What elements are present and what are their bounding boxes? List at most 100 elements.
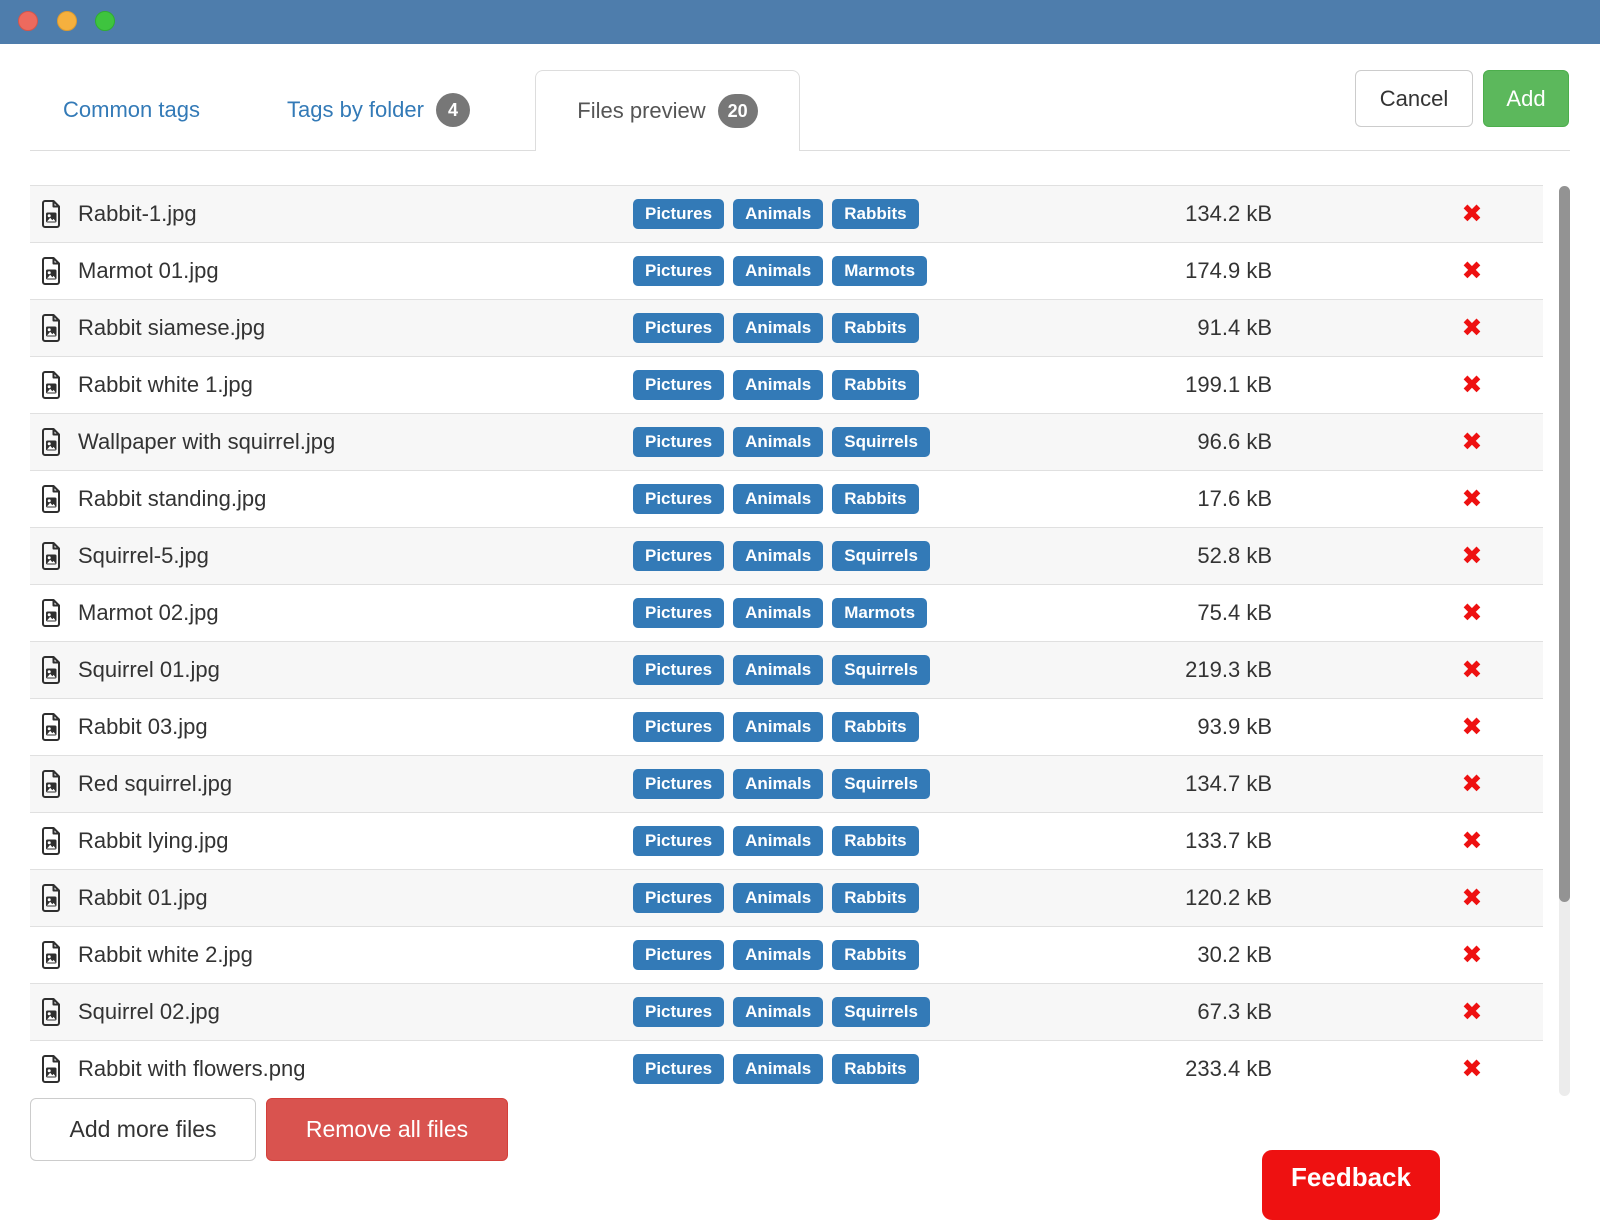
tag-pill[interactable]: Pictures	[633, 940, 724, 970]
tag-pill[interactable]: Pictures	[633, 826, 724, 856]
tag-pill[interactable]: Squirrels	[832, 655, 930, 685]
tag-pill[interactable]: Rabbits	[832, 484, 918, 514]
file-size: 17.6 kB	[1070, 486, 1272, 512]
file-name: Rabbit-1.jpg	[78, 201, 197, 227]
file-image-icon	[40, 257, 62, 285]
scrollbar-thumb[interactable]	[1559, 186, 1570, 902]
tag-pill[interactable]: Animals	[733, 541, 823, 571]
tab-files-preview[interactable]: Files preview 20	[535, 70, 800, 151]
tag-pill[interactable]: Squirrels	[832, 427, 930, 457]
add-button[interactable]: Add	[1483, 70, 1569, 127]
tag-pill[interactable]: Rabbits	[832, 199, 918, 229]
tag-pill[interactable]: Rabbits	[832, 370, 918, 400]
remove-all-files-button[interactable]: Remove all files	[266, 1098, 508, 1161]
tag-pill[interactable]: Pictures	[633, 769, 724, 799]
tag-pill[interactable]: Animals	[733, 598, 823, 628]
tag-pill[interactable]: Animals	[733, 883, 823, 913]
tag-pill[interactable]: Pictures	[633, 997, 724, 1027]
tag-pill[interactable]: Animals	[733, 256, 823, 286]
tag-pill[interactable]: Animals	[733, 655, 823, 685]
tag-pill[interactable]: Pictures	[633, 655, 724, 685]
scrollbar-track[interactable]	[1559, 186, 1570, 1096]
tag-pill[interactable]: Rabbits	[832, 1054, 918, 1084]
table-row: Red squirrel.jpg PicturesAnimalsSquirrel…	[30, 756, 1543, 813]
tag-pill[interactable]: Pictures	[633, 883, 724, 913]
tab-common-tags[interactable]: Common tags	[63, 70, 200, 150]
remove-file-icon[interactable]: ✖	[1443, 655, 1501, 685]
tag-pill[interactable]: Marmots	[832, 256, 927, 286]
file-image-icon	[40, 656, 62, 684]
file-size: 120.2 kB	[1070, 885, 1272, 911]
remove-file-icon[interactable]: ✖	[1443, 427, 1501, 457]
tag-pill[interactable]: Animals	[733, 769, 823, 799]
cancel-button[interactable]: Cancel	[1355, 70, 1473, 127]
remove-file-icon[interactable]: ✖	[1443, 940, 1501, 970]
file-size: 199.1 kB	[1070, 372, 1272, 398]
minimize-window-icon[interactable]	[57, 11, 77, 31]
tag-list: Pictures Animals Squirrels	[633, 769, 930, 799]
tag-pill[interactable]: Squirrels	[832, 541, 930, 571]
tag-pill[interactable]: Animals	[733, 427, 823, 457]
file-name: Marmot 01.jpg	[78, 258, 219, 284]
remove-file-icon[interactable]: ✖	[1443, 484, 1501, 514]
tag-pill[interactable]: Pictures	[633, 199, 724, 229]
remove-file-icon[interactable]: ✖	[1443, 712, 1501, 742]
tag-pill[interactable]: Animals	[733, 940, 823, 970]
tag-list: Pictures Animals Squirrels	[633, 427, 930, 457]
tag-pill[interactable]: Animals	[733, 313, 823, 343]
file-image-icon	[40, 314, 62, 342]
tag-pill[interactable]: Pictures	[633, 541, 724, 571]
tag-pill[interactable]: Animals	[733, 199, 823, 229]
remove-file-icon[interactable]: ✖	[1443, 1054, 1501, 1084]
tag-pill[interactable]: Rabbits	[832, 313, 918, 343]
remove-file-icon[interactable]: ✖	[1443, 769, 1501, 799]
file-size: 219.3 kB	[1070, 657, 1272, 683]
tag-pill[interactable]: Pictures	[633, 370, 724, 400]
tag-list: Pictures Animals Rabbits	[633, 199, 919, 229]
remove-file-icon[interactable]: ✖	[1443, 541, 1501, 571]
remove-file-icon[interactable]: ✖	[1443, 598, 1501, 628]
file-size: 96.6 kB	[1070, 429, 1272, 455]
tag-pill[interactable]: Pictures	[633, 712, 724, 742]
tag-pill[interactable]: Animals	[733, 712, 823, 742]
tag-pill[interactable]: Pictures	[633, 313, 724, 343]
tag-pill[interactable]: Animals	[733, 484, 823, 514]
tag-pill[interactable]: Animals	[733, 1054, 823, 1084]
close-window-icon[interactable]	[18, 11, 38, 31]
file-name: Rabbit 01.jpg	[78, 885, 208, 911]
remove-file-icon[interactable]: ✖	[1443, 826, 1501, 856]
tag-pill[interactable]: Animals	[733, 826, 823, 856]
file-image-icon	[40, 485, 62, 513]
tag-pill[interactable]: Animals	[733, 997, 823, 1027]
remove-file-icon[interactable]: ✖	[1443, 313, 1501, 343]
tag-pill[interactable]: Rabbits	[832, 883, 918, 913]
zoom-window-icon[interactable]	[95, 11, 115, 31]
remove-file-icon[interactable]: ✖	[1443, 199, 1501, 229]
add-more-files-button[interactable]: Add more files	[30, 1098, 256, 1161]
tag-pill[interactable]: Pictures	[633, 1054, 724, 1084]
tag-pill[interactable]: Rabbits	[832, 940, 918, 970]
remove-file-icon[interactable]: ✖	[1443, 370, 1501, 400]
tag-pill[interactable]: Pictures	[633, 484, 724, 514]
tag-pill[interactable]: Rabbits	[832, 712, 918, 742]
file-size: 133.7 kB	[1070, 828, 1272, 854]
tag-pill[interactable]: Squirrels	[832, 997, 930, 1027]
file-image-icon	[40, 941, 62, 969]
tag-list: Pictures Animals Squirrels	[633, 997, 930, 1027]
table-row: Rabbit 01.jpg Pictures Animals Rabbits 120…	[30, 870, 1543, 927]
tag-pill[interactable]: Pictures	[633, 598, 724, 628]
tag-list: Pictures Animals Squirrels	[633, 541, 930, 571]
tag-pill[interactable]: Marmots	[832, 598, 927, 628]
tab-tags-by-folder[interactable]: Tags by folder 4	[287, 70, 470, 150]
remove-file-icon[interactable]: ✖	[1443, 256, 1501, 286]
tag-pill[interactable]: Pictures	[633, 427, 724, 457]
remove-file-icon[interactable]: ✖	[1443, 883, 1501, 913]
file-image-icon	[40, 884, 62, 912]
tag-pill[interactable]: Rabbits	[832, 826, 918, 856]
tag-pill[interactable]: Animals	[733, 370, 823, 400]
remove-file-icon[interactable]: ✖	[1443, 997, 1501, 1027]
tag-pill[interactable]: Squirrels	[832, 769, 930, 799]
tab-tags-by-folder-label: Tags by folder	[287, 97, 424, 123]
tag-pill[interactable]: Pictures	[633, 256, 724, 286]
feedback-button[interactable]: Feedback	[1262, 1150, 1440, 1220]
